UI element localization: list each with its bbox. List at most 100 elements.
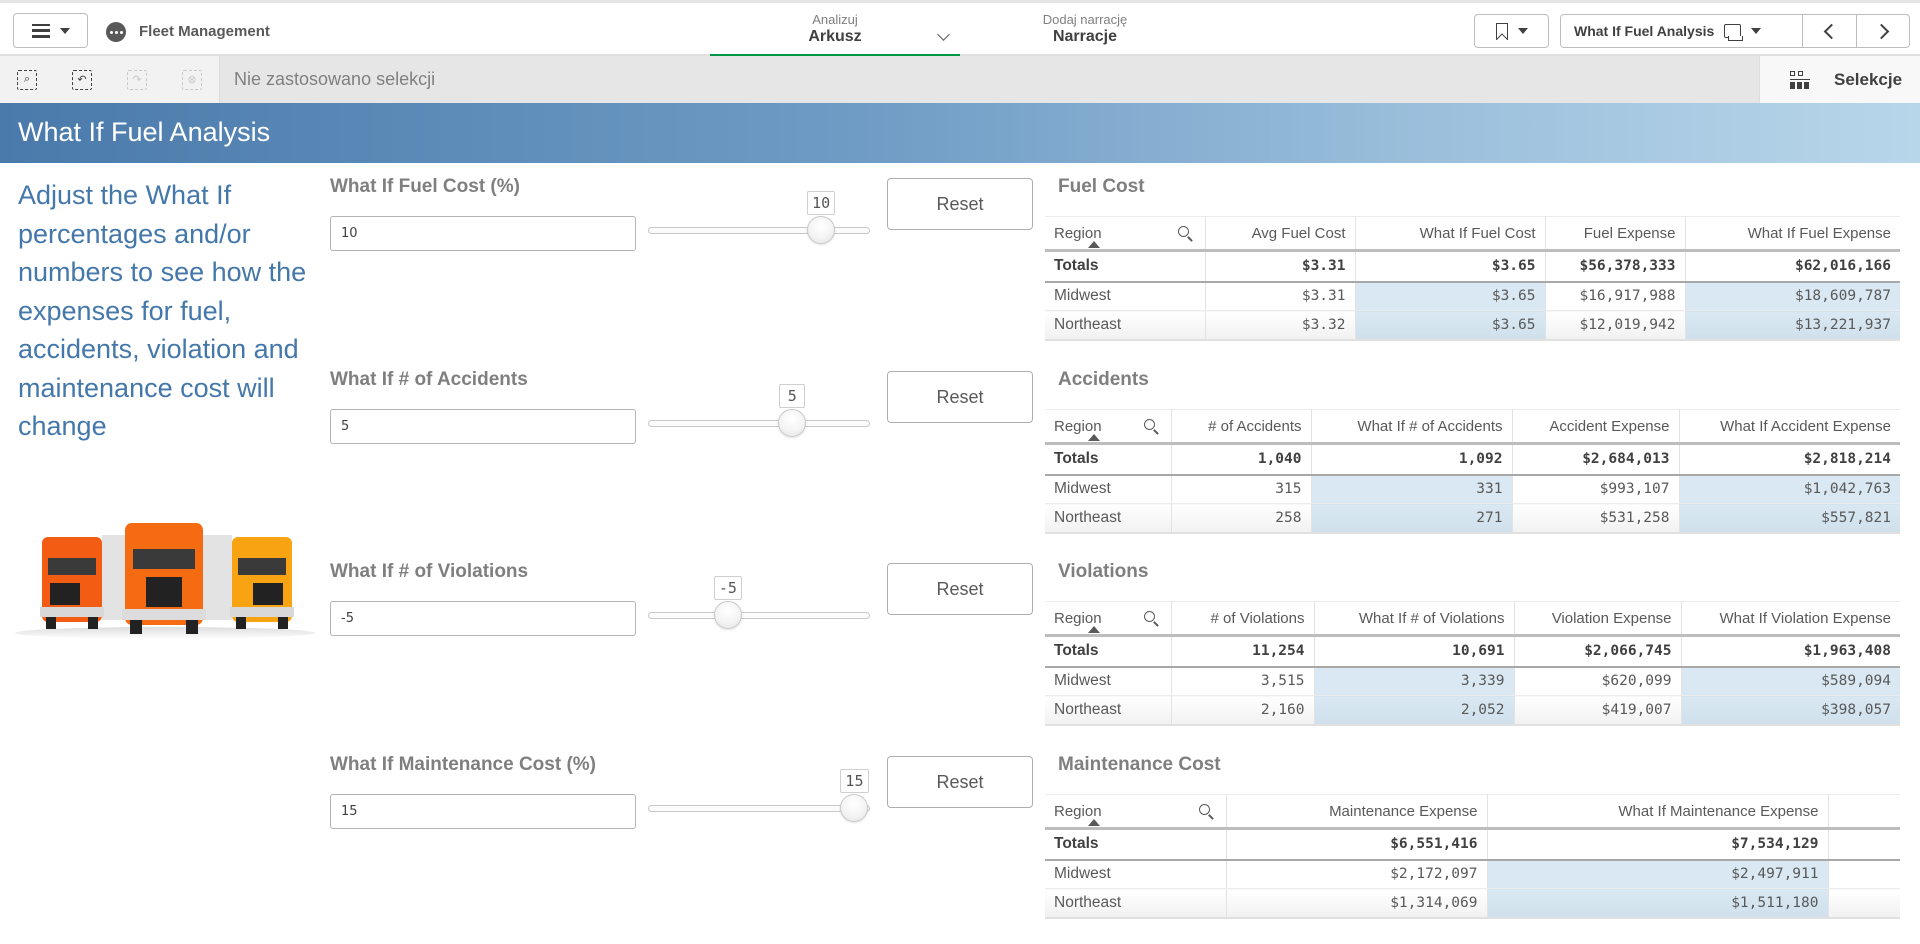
tab-analyze-label: Arkusz [808,28,862,45]
search-icon[interactable] [1143,611,1159,627]
column-header[interactable]: What If Fuel Expense [1685,216,1900,252]
table-cell: 11,254 [1171,635,1315,668]
next-sheet-button[interactable] [1856,15,1909,47]
chevron-right-icon [1873,23,1889,39]
table-cell: 1,092 [1311,443,1513,476]
truck-center [122,523,206,634]
column-header[interactable]: Maintenance Expense [1226,794,1488,830]
selections-label: Selekcje [1834,69,1903,89]
column-header-region[interactable]: Region [1045,794,1227,830]
row-label[interactable]: Northeast [1045,310,1206,341]
table-cell: $56,378,333 [1545,250,1686,283]
reset-fuel-cost-button[interactable]: Reset [887,178,1033,230]
table-row: Midwest $2,172,097 $2,497,911 [1045,859,1900,889]
what-if-accidents-control: What If # of Accidents 5 Reset [330,369,1035,519]
column-header[interactable]: What If Maintenance Expense [1487,794,1829,830]
totals-row: Totals $6,551,416 $7,534,129 [1045,828,1900,861]
step-back-icon[interactable]: ↶ [72,69,92,90]
previous-sheet-button[interactable] [1803,15,1856,47]
table-cell: 271 [1311,503,1513,534]
row-label[interactable]: Midwest [1045,859,1227,889]
column-header-region[interactable]: Region [1045,409,1172,445]
column-header[interactable]: What If Fuel Cost [1355,216,1546,252]
row-label: Totals [1045,250,1206,283]
column-header[interactable]: What If Violation Expense [1681,601,1900,637]
column-header[interactable]: # of Violations [1171,601,1315,637]
table-cell: $1,511,180 [1487,888,1829,919]
column-header[interactable]: Violation Expense [1514,601,1682,637]
column-header[interactable]: Accident Expense [1512,409,1680,445]
step-forward-icon[interactable]: ↷ [127,69,147,90]
table-cell: $3.65 [1355,281,1546,311]
row-label[interactable]: Northeast [1045,503,1172,534]
column-header[interactable]: What If Accident Expense [1679,409,1900,445]
reset-violations-button[interactable]: Reset [887,563,1033,615]
smart-search-icon[interactable]: ⌕ [17,69,37,90]
row-label[interactable]: Midwest [1045,281,1206,311]
what-if-maintenance-input[interactable] [330,794,636,829]
what-if-accidents-input[interactable] [330,409,636,444]
column-header[interactable]: What If # of Violations [1314,601,1515,637]
app-more-icon[interactable] [106,22,126,42]
table-cell: $2,497,911 [1487,859,1829,889]
sheet-selector-button[interactable]: What If Fuel Analysis [1561,15,1803,47]
row-label[interactable]: Midwest [1045,666,1172,696]
row-label[interactable]: Northeast [1045,695,1172,726]
table-cell: $3.31 [1205,250,1356,283]
what-if-accidents-slider[interactable]: 5 [648,384,870,437]
slider-track [648,612,870,619]
table-row: Northeast 2,160 2,052 $419,007 $398,057 [1045,695,1900,726]
search-icon[interactable] [1143,419,1159,435]
table-row: Midwest 3,515 3,339 $620,099 $589,094 [1045,666,1900,696]
table-cell: $16,917,988 [1545,281,1686,311]
column-header-label: Region [1054,802,1102,820]
what-if-violations-input[interactable] [330,601,636,636]
empty-cell [1828,859,1900,889]
row-label[interactable]: Northeast [1045,888,1227,919]
global-menu-button[interactable] [13,13,88,48]
table-cell: $620,099 [1514,666,1682,696]
slider-handle[interactable] [807,216,836,244]
slider-handle[interactable] [840,794,869,822]
data-table: Region Avg Fuel Cost What If Fuel Cost Fuel… [1045,216,1900,341]
what-if-fuel-cost-input[interactable] [330,216,636,251]
bookmark-icon [1495,22,1508,40]
column-header[interactable]: Fuel Expense [1545,216,1686,252]
table-cell: $2,066,745 [1514,635,1682,668]
slider-handle[interactable] [778,409,807,437]
selections-grid-icon [1790,70,1810,89]
what-if-maintenance-slider[interactable]: 15 [648,769,870,822]
table-cell: $62,016,166 [1685,250,1900,283]
table-cell: 331 [1311,474,1513,504]
hamburger-icon [31,23,50,38]
column-header[interactable]: What If # of Accidents [1311,409,1513,445]
column-header[interactable]: Avg Fuel Cost [1205,216,1356,252]
search-icon[interactable] [1198,804,1214,820]
column-header-region[interactable]: Region [1045,216,1206,252]
slider-track [648,420,870,427]
table-cell: $993,107 [1512,474,1680,504]
clear-all-selections-icon[interactable]: ⊗ [182,69,202,90]
tab-storytelling[interactable]: Dodaj narrację Narracje [1000,3,1170,57]
column-header[interactable]: # of Accidents [1171,409,1312,445]
bookmarks-button[interactable] [1474,14,1549,48]
what-if-fuel-cost-slider[interactable]: 10 [648,191,870,244]
selections-tool-button[interactable]: Selekcje [1759,56,1920,103]
row-label[interactable]: Midwest [1045,474,1172,504]
totals-row: Totals 1,040 1,092 $2,684,013 $2,818,214 [1045,443,1900,476]
panel-title: Violations [1058,561,1149,582]
column-header-region[interactable]: Region [1045,601,1172,637]
what-if-fuel-cost-control: What If Fuel Cost (%) 10 Reset [330,176,1035,326]
search-icon[interactable] [1177,226,1193,242]
tab-analyze-sheet[interactable]: Analizuj Arkusz [710,3,960,57]
tab-story-label: Narracje [1052,28,1118,45]
what-if-violations-slider[interactable]: -5 [648,576,870,629]
table-cell: $12,019,942 [1545,310,1686,341]
reset-maintenance-button[interactable]: Reset [887,756,1033,808]
slider-handle[interactable] [713,601,742,629]
caret-down-icon [1751,28,1762,34]
sheet-selector-label: What If Fuel Analysis [1574,23,1715,39]
table-cell: $3.65 [1355,250,1546,283]
reset-accidents-button[interactable]: Reset [887,371,1033,423]
table-row: Northeast $3.32 $3.65 $12,019,942 $13,221,93… [1045,310,1900,341]
